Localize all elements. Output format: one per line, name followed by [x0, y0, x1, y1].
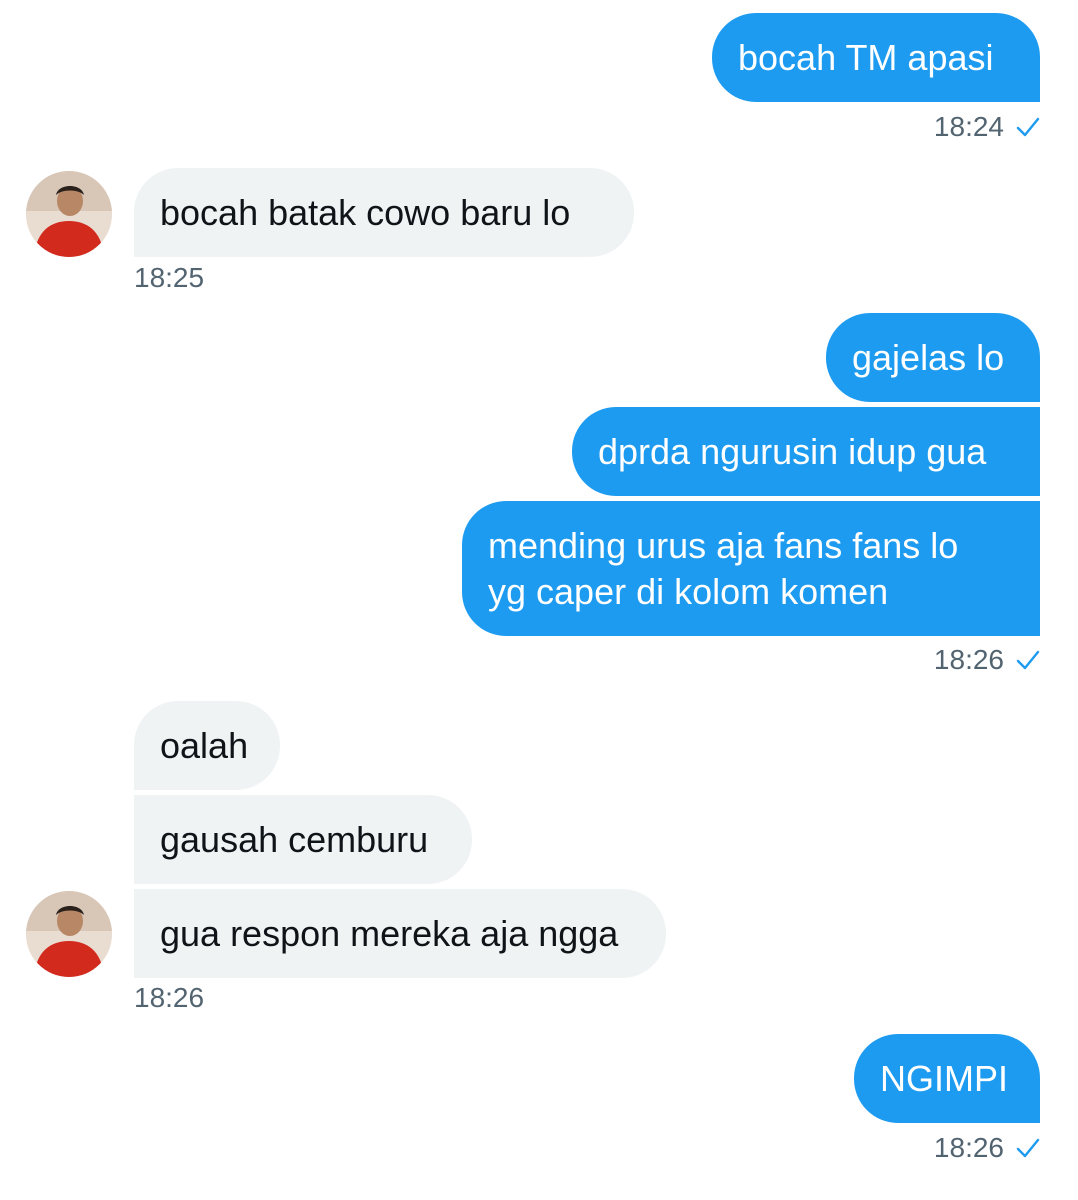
message-timestamp: 18:26 [134, 982, 204, 1014]
timestamp-text: 18:26 [933, 1132, 1004, 1163]
outgoing-message[interactable]: gajelas lo [826, 313, 1040, 402]
timestamp-text: 18:26 [134, 982, 205, 1013]
message-text: gajelas lo [852, 336, 1005, 378]
check-icon [1016, 1138, 1040, 1158]
message-timestamp: 18:26 [934, 1132, 1040, 1164]
check-icon [1016, 650, 1040, 670]
avatar[interactable] [26, 171, 112, 257]
message-text-line-1: mending urus aja fans fans lo [488, 524, 959, 566]
outgoing-message[interactable]: dprda ngurusin idup gua [572, 407, 1040, 496]
message-text: dprda ngurusin idup gua [598, 430, 987, 472]
message-timestamp: 18:26 [934, 644, 1040, 676]
message-text: gausah cemburu [160, 818, 429, 860]
check-icon [1016, 117, 1040, 137]
message-text: gua respon mereka aja ngga [160, 912, 619, 954]
profile-photo [26, 891, 112, 977]
incoming-message[interactable]: bocah batak cowo baru lo [134, 168, 634, 257]
message-text: oalah [160, 724, 249, 766]
message-timestamp: 18:25 [134, 262, 204, 294]
timestamp-text: 18:26 [933, 644, 1004, 675]
message-timestamp: 18:24 [934, 111, 1040, 143]
message-text-line-2: yg caper di kolom komen [488, 570, 889, 612]
timestamp-text: 18:25 [134, 262, 205, 293]
outgoing-message[interactable]: bocah TM apasi [712, 13, 1040, 102]
incoming-message[interactable]: gausah cemburu [134, 795, 472, 884]
outgoing-message[interactable]: mending urus aja fans fans lo yg caper d… [462, 501, 1040, 636]
avatar[interactable] [26, 891, 112, 977]
message-text: bocah TM apasi [738, 36, 994, 78]
message-text: bocah batak cowo baru lo [160, 191, 571, 233]
outgoing-message[interactable]: NGIMPI [854, 1034, 1040, 1123]
incoming-message[interactable]: oalah [134, 701, 280, 790]
profile-photo [26, 171, 112, 257]
timestamp-text: 18:24 [933, 111, 1004, 142]
message-text: NGIMPI [880, 1057, 1009, 1099]
incoming-message[interactable]: gua respon mereka aja ngga [134, 889, 666, 978]
